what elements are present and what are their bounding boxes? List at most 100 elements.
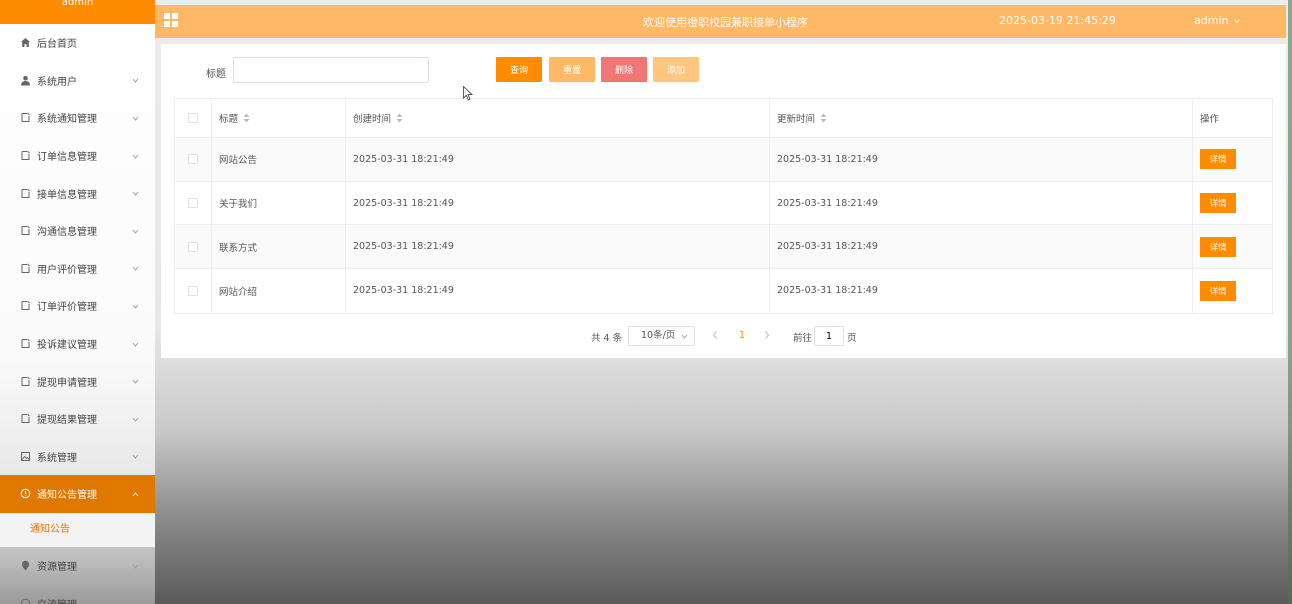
table-header-row: 标题 创建时间 更新时间 操作 <box>175 99 1272 138</box>
query-button[interactable]: 查询 <box>496 57 542 82</box>
sidebar-item-label: 接单信息管理 <box>37 189 97 201</box>
sidebar-item-9[interactable]: 提现申请管理 <box>0 362 155 400</box>
detail-button[interactable]: 详情 <box>1200 193 1236 214</box>
sort-icon[interactable] <box>243 113 250 123</box>
chevron-down-icon <box>132 227 139 234</box>
column-ops: 操作 <box>1200 114 1220 125</box>
image-icon <box>20 451 31 462</box>
menu-toggle-icon[interactable] <box>164 13 179 28</box>
row-updated: 2025-03-31 18:21:49 <box>777 285 878 297</box>
site-title: 欢迎使用橙职校园兼职接单小程序 <box>643 16 808 29</box>
row-ops-cell: 详情 <box>1193 182 1272 225</box>
sidebar-item-7[interactable]: 订单评价管理 <box>0 287 155 325</box>
row-created: 2025-03-31 18:21:49 <box>353 197 454 209</box>
doc-icon <box>20 300 31 311</box>
reset-button[interactable]: 重置 <box>549 57 595 82</box>
row-title-cell: 联系方式 <box>212 225 346 269</box>
sidebar-item-12[interactable]: 通知公告管理 <box>0 475 155 513</box>
home-icon <box>20 37 31 48</box>
chevron-down-icon <box>132 415 139 422</box>
sidebar-item-1[interactable]: 系统用户 <box>0 62 155 100</box>
sidebar-item-label: 系统用户 <box>37 76 77 88</box>
prev-page-icon[interactable] <box>711 330 719 340</box>
row-ops-cell: 详情 <box>1193 269 1272 313</box>
sidebar-item-label: 系统管理 <box>37 452 77 464</box>
table-row: 关于我们 2025-03-31 18:21:49 2025-03-31 18:21:… <box>175 181 1272 226</box>
detail-button[interactable]: 详情 <box>1200 236 1236 257</box>
sidebar-item-8[interactable]: 投诉建议管理 <box>0 325 155 363</box>
page-number-current[interactable]: 1 <box>739 330 745 341</box>
row-ops-cell: 详情 <box>1193 225 1272 268</box>
chevron-down-icon <box>132 264 139 272</box>
header-checkbox-cell <box>175 99 212 137</box>
sidebar-item-5[interactable]: 沟通信息管理 <box>0 212 155 250</box>
sidebar-item-11[interactable]: 系统管理 <box>0 438 155 476</box>
doc-icon <box>20 263 31 274</box>
goto-page-input[interactable] <box>814 326 844 346</box>
sort-icon[interactable] <box>396 113 403 123</box>
sidebar-item-label: 通知公告管理 <box>37 490 97 502</box>
chevron-down-icon <box>132 302 139 309</box>
header-title-cell[interactable]: 标题 <box>212 99 346 137</box>
row-checkbox[interactable] <box>188 198 198 209</box>
doc-icon <box>20 188 31 199</box>
header-datetime: 2025-03-19 21:45:29 <box>999 14 1116 27</box>
row-checkbox-cell <box>175 225 212 269</box>
user-icon <box>20 75 31 86</box>
row-checkbox[interactable] <box>188 285 198 296</box>
sidebar-item-6[interactable]: 用户评价管理 <box>0 250 155 288</box>
content-card: 标题 查询 重置 删除 添加 标题 创建时间 更新时间 操作 网站公告 2025-… <box>161 44 1286 358</box>
chevron-down-icon <box>132 452 139 460</box>
column-updated: 更新时间 <box>777 114 816 125</box>
sidebar-menu: 后台首页系统用户系统通知管理 订单信息管理接单信息管理沟通信息管理 用户评价管理订单… <box>0 24 155 604</box>
detail-button[interactable]: 详情 <box>1200 280 1236 301</box>
sidebar-item-0[interactable]: 后台首页 <box>0 24 155 62</box>
doc-icon <box>20 225 31 236</box>
table-row: 联系方式 2025-03-31 18:21:49 2025-03-31 18:21:… <box>175 225 1272 270</box>
detail-button[interactable]: 详情 <box>1200 149 1236 170</box>
sidebar-item-3[interactable]: 订单信息管理 <box>0 137 155 175</box>
sidebar-item-label: 提现结果管理 <box>37 415 97 427</box>
user-menu[interactable]: admin <box>1194 14 1240 27</box>
search-title-input[interactable] <box>233 57 429 83</box>
sidebar-item-10[interactable]: 提现结果管理 <box>0 400 155 438</box>
row-checkbox-cell <box>175 138 212 181</box>
header-updated-cell[interactable]: 更新时间 <box>770 99 1193 137</box>
row-updated-cell: 2025-03-31 18:21:49 <box>770 138 1193 181</box>
header-created-cell[interactable]: 创建时间 <box>346 99 770 137</box>
row-updated: 2025-03-31 18:21:49 <box>777 153 878 165</box>
row-checkbox-cell <box>175 181 212 225</box>
row-checkbox[interactable] <box>188 241 198 252</box>
chevron-down-icon <box>132 599 139 604</box>
add-button[interactable]: 添加 <box>653 57 699 82</box>
table-row: 网站公告 2025-03-31 18:21:49 2025-03-31 18:21:… <box>175 138 1272 182</box>
goto-suffix: 页 <box>847 333 857 344</box>
sidebar-item-14[interactable]: 交流管理 <box>0 584 155 604</box>
doc-icon <box>20 413 31 424</box>
doc-icon <box>20 338 31 349</box>
row-title-cell: 网站介绍 <box>212 269 346 313</box>
sidebar-subitem-notice[interactable]: 通知公告 <box>0 512 155 547</box>
row-created-cell: 2025-03-31 18:21:49 <box>346 181 770 225</box>
row-title: 联系方式 <box>219 242 258 254</box>
pagination-total: 共 4 条 <box>591 333 623 344</box>
pin-icon <box>20 560 31 571</box>
next-page-icon[interactable] <box>763 330 771 340</box>
sort-icon[interactable] <box>820 113 827 123</box>
select-all-checkbox[interactable] <box>188 113 198 123</box>
header-ops-cell: 操作 <box>1193 99 1272 137</box>
sidebar-item-2[interactable]: 系统通知管理 <box>0 99 155 137</box>
row-ops-cell: 详情 <box>1193 138 1272 181</box>
chevron-down-icon <box>132 152 139 159</box>
table-body: 网站公告 2025-03-31 18:21:49 2025-03-31 18:21:… <box>175 138 1272 313</box>
chevron-down-icon <box>132 114 139 121</box>
sidebar-item-13[interactable]: 资源管理 <box>0 547 155 585</box>
page-size-select[interactable]: 10条/页 <box>628 326 695 346</box>
sidebar-item-4[interactable]: 接单信息管理 <box>0 174 155 212</box>
chevron-down-icon <box>132 340 139 347</box>
sidebar-item-label: 订单评价管理 <box>37 302 97 314</box>
delete-button[interactable]: 删除 <box>601 57 647 82</box>
row-title-cell: 网站公告 <box>212 138 346 181</box>
row-updated-cell: 2025-03-31 18:21:49 <box>770 225 1193 269</box>
row-checkbox[interactable] <box>188 154 198 165</box>
